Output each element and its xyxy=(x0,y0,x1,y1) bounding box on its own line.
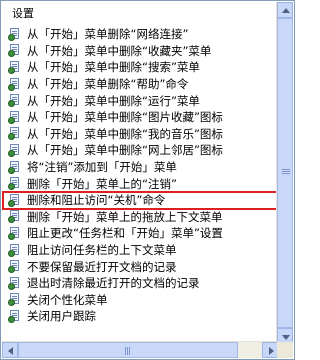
policy-settings-panel: 设置 从「开始」菜单删除“网络连接” 从「开始」菜单中删除“收藏夹”菜单 从「开始」… xyxy=(0,0,295,360)
list-item[interactable]: 删除和阻止访问“关机”命令 xyxy=(2,190,278,210)
policy-setting-icon xyxy=(8,293,22,307)
vertical-scrollbar[interactable] xyxy=(276,2,293,344)
list-item-label: 删除「开始」菜单上的“注销” xyxy=(27,176,177,191)
policy-setting-icon xyxy=(8,243,22,257)
list-item[interactable]: 不要保留最近打开文档的记录 xyxy=(3,258,277,275)
list-item-label: 关闭个性化菜单 xyxy=(27,292,108,307)
list-item[interactable]: 从「开始」菜单中删除“我的音乐”图标 xyxy=(3,126,277,143)
list-item-label: 关闭用户跟踪 xyxy=(27,309,96,324)
list-item-label: 将“注销”添加到「开始」菜单 xyxy=(27,160,177,175)
list-item-label: 从「开始」菜单中删除“运行”菜单 xyxy=(27,93,200,108)
settings-list: 从「开始」菜单删除“网络连接” 从「开始」菜单中删除“收藏夹”菜单 从「开始」菜单中… xyxy=(2,26,278,325)
list-item[interactable]: 关闭个性化菜单 xyxy=(3,292,277,309)
horizontal-scrollbar[interactable] xyxy=(2,341,278,358)
list-item[interactable]: 退出时清除最近打开的文档的记录 xyxy=(3,275,277,292)
policy-setting-icon xyxy=(8,143,22,157)
list-item-label: 从「开始」菜单中删除“图片收藏”图标 xyxy=(27,110,223,125)
list-item-label: 从「开始」菜单中删除“搜索”菜单 xyxy=(27,60,200,75)
arrow-up-icon xyxy=(282,8,290,13)
list-item-label: 退出时清除最近打开的文档的记录 xyxy=(27,276,200,291)
list-item-label: 阻止访问任务栏的上下文菜单 xyxy=(27,243,177,258)
list-item[interactable]: 从「开始」菜单中删除“网上邻居”图标 xyxy=(3,142,277,159)
scroll-left-button[interactable] xyxy=(2,342,18,358)
list-item[interactable]: 阻止访问任务栏的上下文菜单 xyxy=(3,242,277,259)
policy-setting-icon xyxy=(8,77,22,91)
arrow-left-icon xyxy=(8,347,13,355)
policy-setting-icon xyxy=(8,127,22,141)
list-item-label: 删除和阻止访问“关机”命令 xyxy=(27,193,166,208)
list-item[interactable]: 删除「开始」菜单上的“注销” xyxy=(3,175,277,192)
list-item[interactable]: 将“注销”添加到「开始」菜单 xyxy=(3,159,277,176)
list-item-label: 从「开始」菜单删除“网络连接” xyxy=(27,27,189,42)
scroll-right-button[interactable] xyxy=(262,342,278,358)
policy-setting-icon xyxy=(8,44,22,58)
policy-setting-icon xyxy=(8,160,22,174)
list-item[interactable]: 从「开始」菜单删除“帮助”命令 xyxy=(3,76,277,93)
horizontal-scroll-thumb[interactable] xyxy=(18,342,238,358)
policy-setting-icon xyxy=(8,60,22,74)
policy-setting-icon xyxy=(8,193,22,207)
policy-setting-icon xyxy=(8,226,22,240)
list-item-label: 从「开始」菜单删除“帮助”命令 xyxy=(27,77,189,92)
vertical-scroll-thumb[interactable] xyxy=(277,18,293,328)
list-item-label: 从「开始」菜单中删除“我的音乐”图标 xyxy=(27,126,223,141)
policy-setting-icon xyxy=(8,260,22,274)
list-item-label: 从「开始」菜单中删除“收藏夹”菜单 xyxy=(27,43,212,58)
list-item-label: 阻止更改“任务栏和「开始」菜单”设置 xyxy=(27,226,223,241)
list-item[interactable]: 从「开始」菜单中删除“搜索”菜单 xyxy=(3,59,277,76)
list-item[interactable]: 从「开始」菜单中删除“收藏夹”菜单 xyxy=(3,43,277,60)
policy-setting-icon xyxy=(8,276,22,290)
list-item[interactable]: 阻止更改“任务栏和「开始」菜单”设置 xyxy=(3,225,277,242)
list-item[interactable]: 从「开始」菜单中删除“运行”菜单 xyxy=(3,92,277,109)
list-item[interactable]: 从「开始」菜单删除“网络连接” xyxy=(3,26,277,43)
policy-setting-icon xyxy=(8,110,22,124)
policy-setting-icon xyxy=(8,309,22,323)
policy-setting-icon xyxy=(8,177,22,191)
scrollbar-corner xyxy=(277,342,293,358)
policy-setting-icon xyxy=(8,94,22,108)
arrow-down-icon xyxy=(282,335,290,340)
column-header-settings[interactable]: 设置 xyxy=(5,5,273,23)
list-item-label: 从「开始」菜单中删除“网上邻居”图标 xyxy=(27,143,223,158)
arrow-right-icon xyxy=(269,347,274,355)
list-item[interactable]: 关闭用户跟踪 xyxy=(3,308,277,325)
list-item-label: 删除「开始」菜单上的拖放上下文菜单 xyxy=(27,209,223,224)
policy-setting-icon xyxy=(8,210,22,224)
list-item-label: 不要保留最近打开文档的记录 xyxy=(27,259,177,274)
scroll-up-button[interactable] xyxy=(277,2,293,18)
list-item[interactable]: 删除「开始」菜单上的拖放上下文菜单 xyxy=(3,209,277,226)
policy-setting-icon xyxy=(8,27,22,41)
list-item[interactable]: 从「开始」菜单中删除“图片收藏”图标 xyxy=(3,109,277,126)
